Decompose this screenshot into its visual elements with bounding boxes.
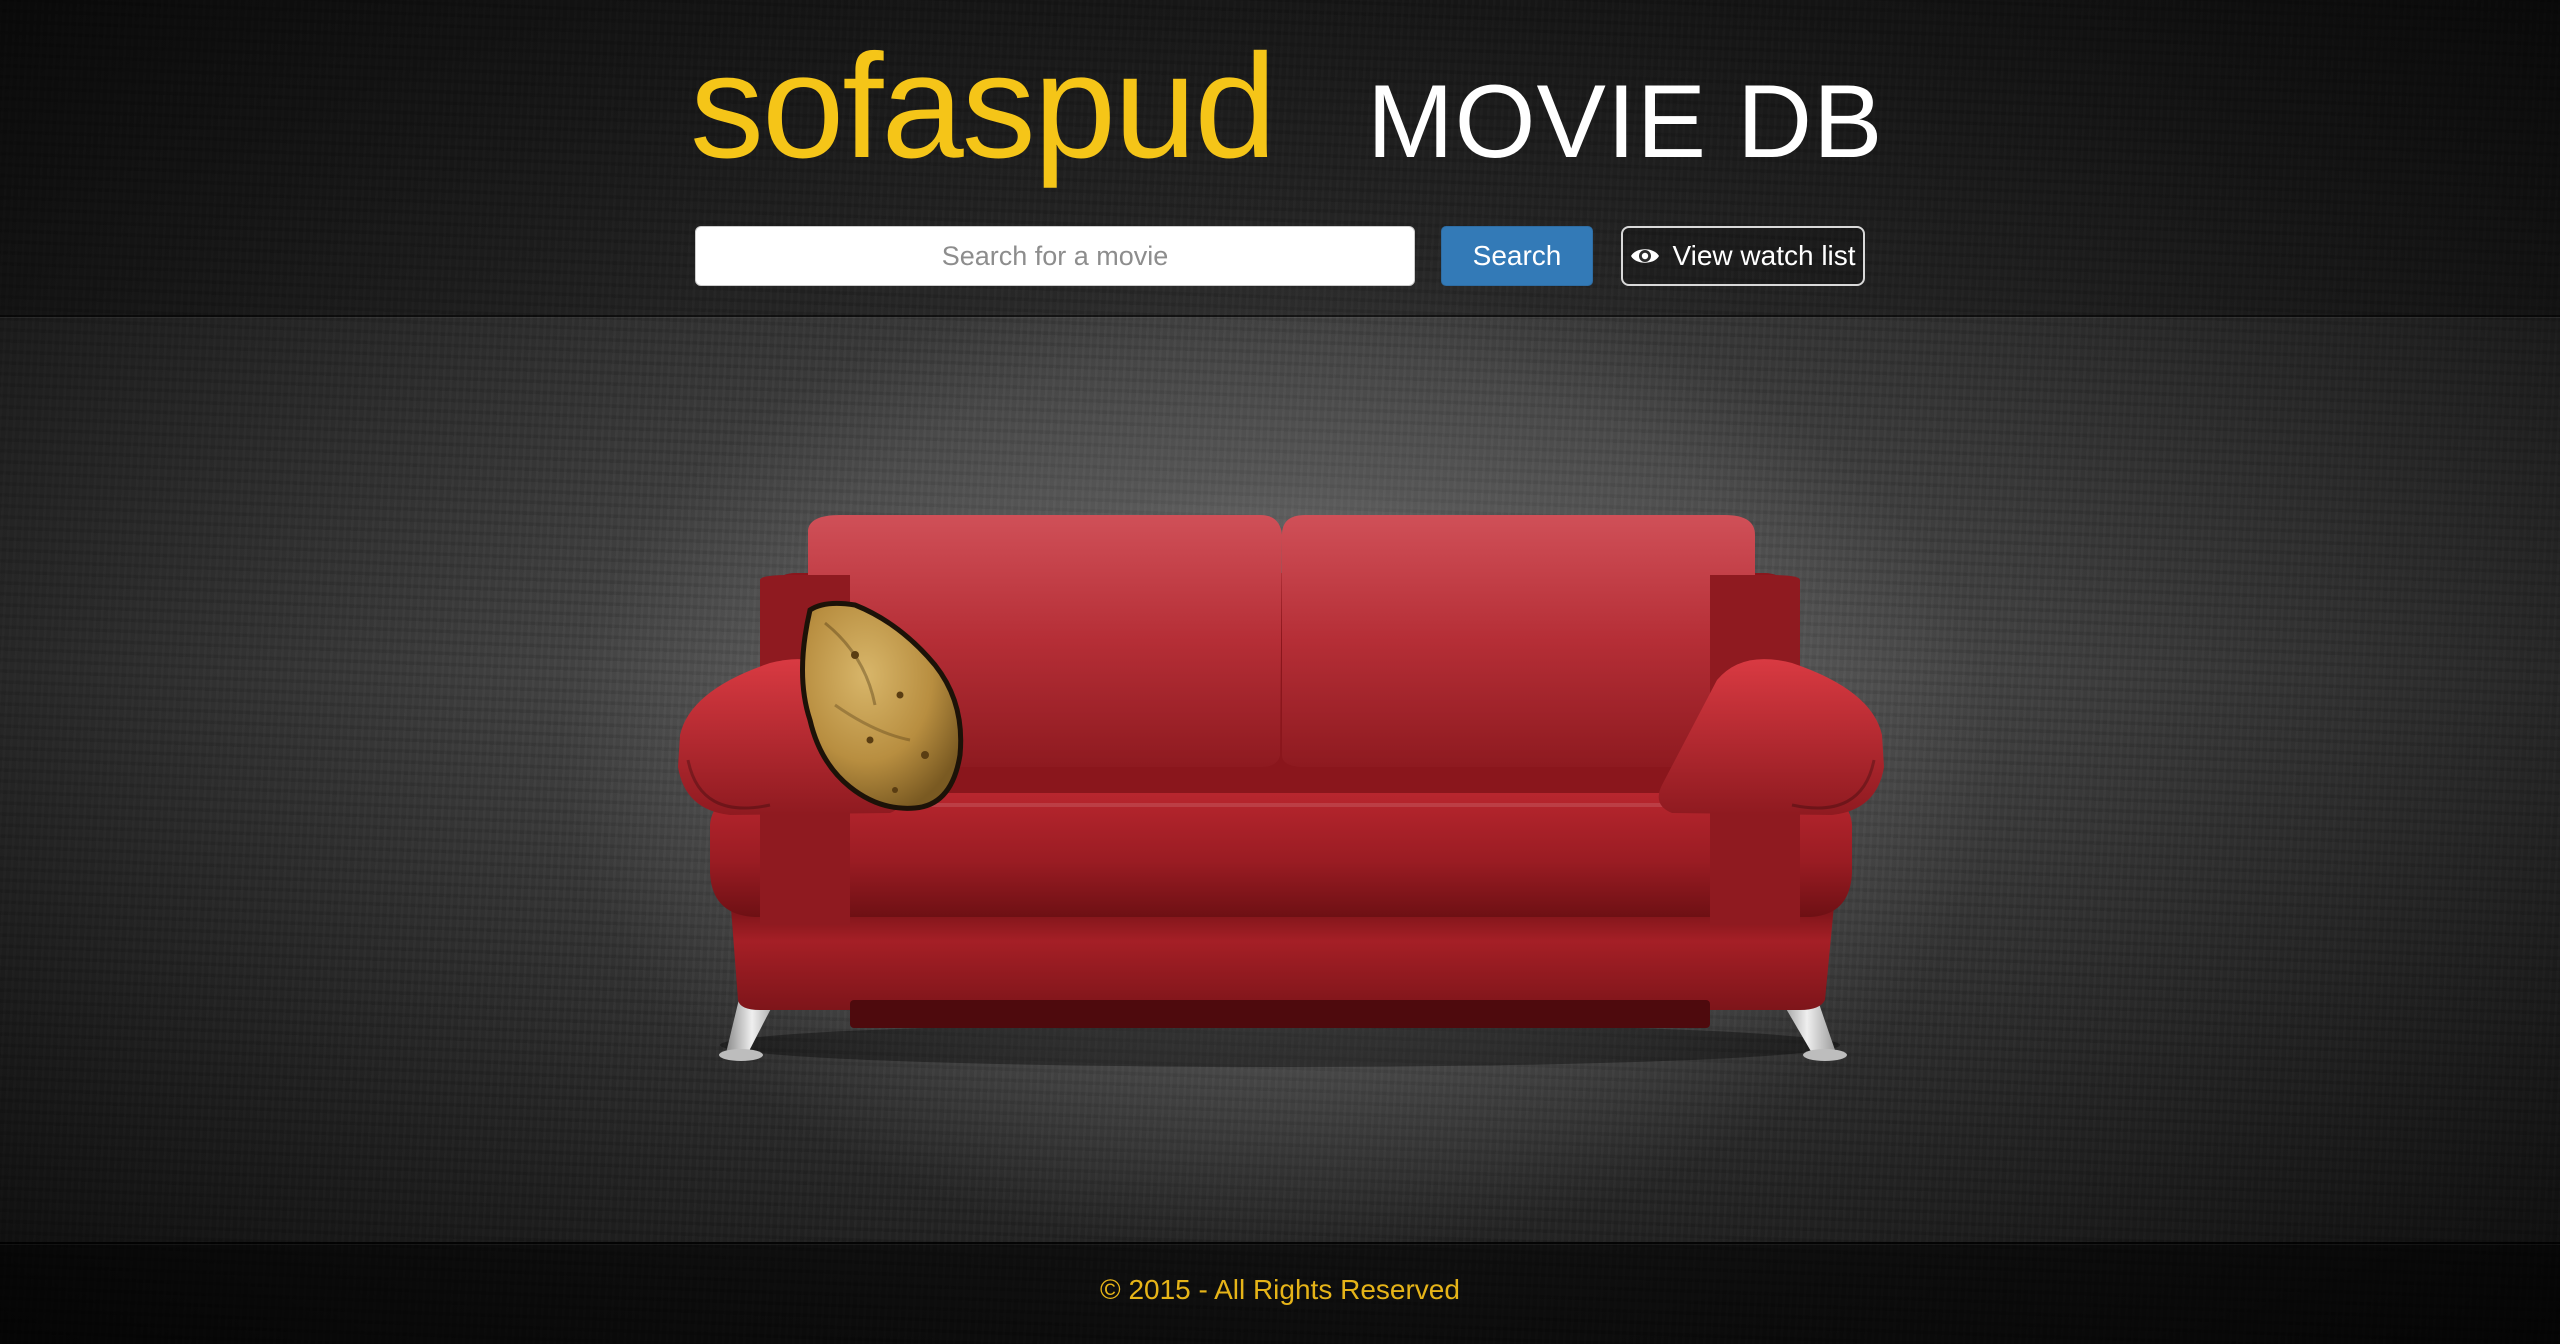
search-button[interactable]: Search [1441,226,1593,286]
copyright-text: © 2015 - All Rights Reserved [1100,1274,1460,1305]
sofa-image [678,515,1884,1067]
site-header: sofaspud MOVIE DB Search View watch list [0,0,2560,317]
eye-icon [1631,249,1660,263]
site-footer: © 2015 - All Rights Reserved [0,1242,2560,1344]
search-input[interactable] [695,226,1415,286]
view-watch-list-button[interactable]: View watch list [1621,226,1865,286]
logo-brand: sofaspud [690,24,1277,189]
hero-sofa-illustration [660,505,1900,1075]
site-logo[interactable]: sofaspud MOVIE DB [690,22,1883,192]
logo-subtitle: MOVIE DB [1367,64,1884,180]
watch-list-label: View watch list [1672,240,1856,271]
